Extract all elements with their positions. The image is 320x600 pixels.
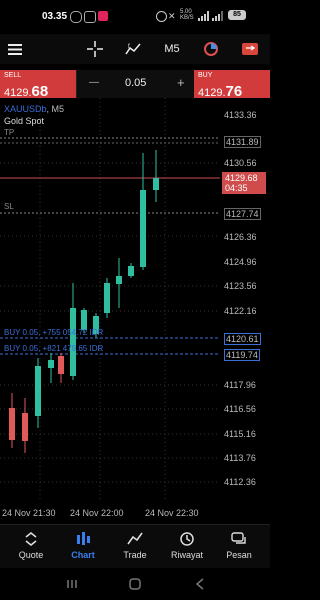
- network-speed: 5.00 KB/S: [180, 9, 194, 21]
- sl-label: SL: [4, 202, 14, 211]
- bottom-navigation: Quote Chart Trade Riwayat Pesan: [0, 524, 270, 569]
- candle: [9, 408, 15, 440]
- price-chart[interactable]: XAUUSDb, M5 Gold Spot TP SL BUY 0.05, +7…: [0, 98, 270, 524]
- order-label-1[interactable]: BUY 0.05, +755 054.72 IDR: [4, 328, 103, 337]
- price-label: 4133.36: [224, 110, 257, 120]
- symbol-description: Gold Spot: [4, 116, 45, 126]
- candle: [81, 310, 87, 330]
- system-navigation-bar: [0, 568, 270, 600]
- whatsapp-icon: [84, 11, 96, 23]
- history-icon: [180, 532, 194, 546]
- crosshair-icon: [87, 41, 103, 57]
- time-label: 24 Nov 22:30: [145, 508, 199, 518]
- price-label: 4112.36: [224, 477, 256, 487]
- app-badge-icon: [98, 11, 108, 21]
- signal2-icon: [212, 11, 223, 21]
- sell-label: SELL: [4, 72, 22, 79]
- candle: [116, 276, 122, 284]
- indicators-button[interactable]: f: [122, 34, 144, 64]
- price-label: 4113.76: [224, 453, 256, 463]
- price-label: 4119.74: [224, 349, 260, 361]
- buy-label: BUY: [198, 72, 213, 79]
- price-label: 4127.74: [224, 208, 261, 220]
- status-bar: 03.35 ✕ 5.00 KB/S 85: [0, 0, 270, 34]
- candle: [128, 266, 134, 276]
- alarm-icon: [156, 11, 167, 22]
- price-label: 4115.16: [224, 429, 256, 439]
- nav-history[interactable]: Riwayat: [160, 531, 214, 560]
- time-label: 24 Nov 21:30: [2, 508, 56, 518]
- message-icon: [231, 532, 246, 544]
- home-icon[interactable]: [129, 578, 141, 590]
- candle: [153, 178, 159, 190]
- candle: [48, 360, 54, 368]
- menu-button[interactable]: [4, 34, 26, 64]
- timeframe-label: M5: [164, 43, 180, 55]
- mute-icon: ✕: [168, 11, 176, 21]
- candle: [140, 190, 146, 267]
- objects-button[interactable]: [200, 34, 222, 64]
- sell-button[interactable]: SELL 4129.68: [0, 70, 76, 100]
- clock-time: 03.35: [42, 11, 68, 22]
- price-label: 4120.61: [224, 333, 261, 345]
- price-label: 4131.89: [224, 136, 261, 148]
- candle: [70, 308, 76, 376]
- price-label: 4116.56: [224, 404, 256, 414]
- nav-quote[interactable]: Quote: [4, 531, 58, 560]
- current-price-tag: 4129.68 04:35: [222, 172, 266, 194]
- trade-icon: [127, 532, 143, 545]
- price-label: 4126.36: [224, 232, 257, 242]
- indicator-icon: f: [125, 43, 141, 55]
- new-order-button[interactable]: [238, 34, 262, 64]
- price-label: 4117.96: [224, 380, 256, 390]
- menu-icon: [8, 43, 22, 55]
- timeframe-button[interactable]: M5: [160, 34, 184, 64]
- quote-icon: [25, 531, 37, 547]
- volume-increase-button[interactable]: +: [177, 75, 185, 90]
- volume-decrease-button[interactable]: —: [89, 77, 99, 88]
- battery-icon: 85: [228, 10, 246, 20]
- tp-label: TP: [4, 128, 15, 137]
- volume-control: — 0.05 +: [76, 70, 196, 98]
- symbol-label: XAUUSDb, M5: [4, 104, 65, 114]
- candle: [35, 366, 41, 416]
- chart-icon: [77, 532, 90, 545]
- candles: [9, 150, 159, 453]
- trade-icon: [242, 43, 258, 55]
- price-label: 4124.96: [224, 257, 257, 267]
- time-label: 24 Nov 22:00: [70, 508, 124, 518]
- buy-button[interactable]: BUY 4129.76: [194, 70, 270, 100]
- price-label: 4122.16: [224, 306, 257, 316]
- candle: [22, 413, 28, 441]
- nav-messages[interactable]: Pesan: [212, 531, 266, 560]
- price-label: 4123.56: [224, 281, 257, 291]
- back-icon[interactable]: [194, 578, 206, 590]
- order-label-2[interactable]: BUY 0.05, +821 479.65 IDR: [4, 344, 103, 353]
- volume-value[interactable]: 0.05: [125, 77, 146, 89]
- one-click-trading-bar: SELL 4129.68 — 0.05 + BUY 4129.76: [0, 70, 270, 100]
- candle: [58, 356, 64, 374]
- notification-icon: [70, 11, 82, 23]
- clock-icon: [204, 42, 218, 56]
- price-label: 4130.56: [224, 158, 257, 168]
- nav-trade[interactable]: Trade: [108, 531, 162, 560]
- candle: [104, 283, 110, 313]
- nav-chart[interactable]: Chart: [56, 531, 110, 560]
- recent-apps-icon[interactable]: [66, 578, 78, 590]
- crosshair-button[interactable]: [84, 34, 106, 64]
- signal-icon: [198, 11, 209, 21]
- chart-toolbar: f M5: [0, 34, 270, 64]
